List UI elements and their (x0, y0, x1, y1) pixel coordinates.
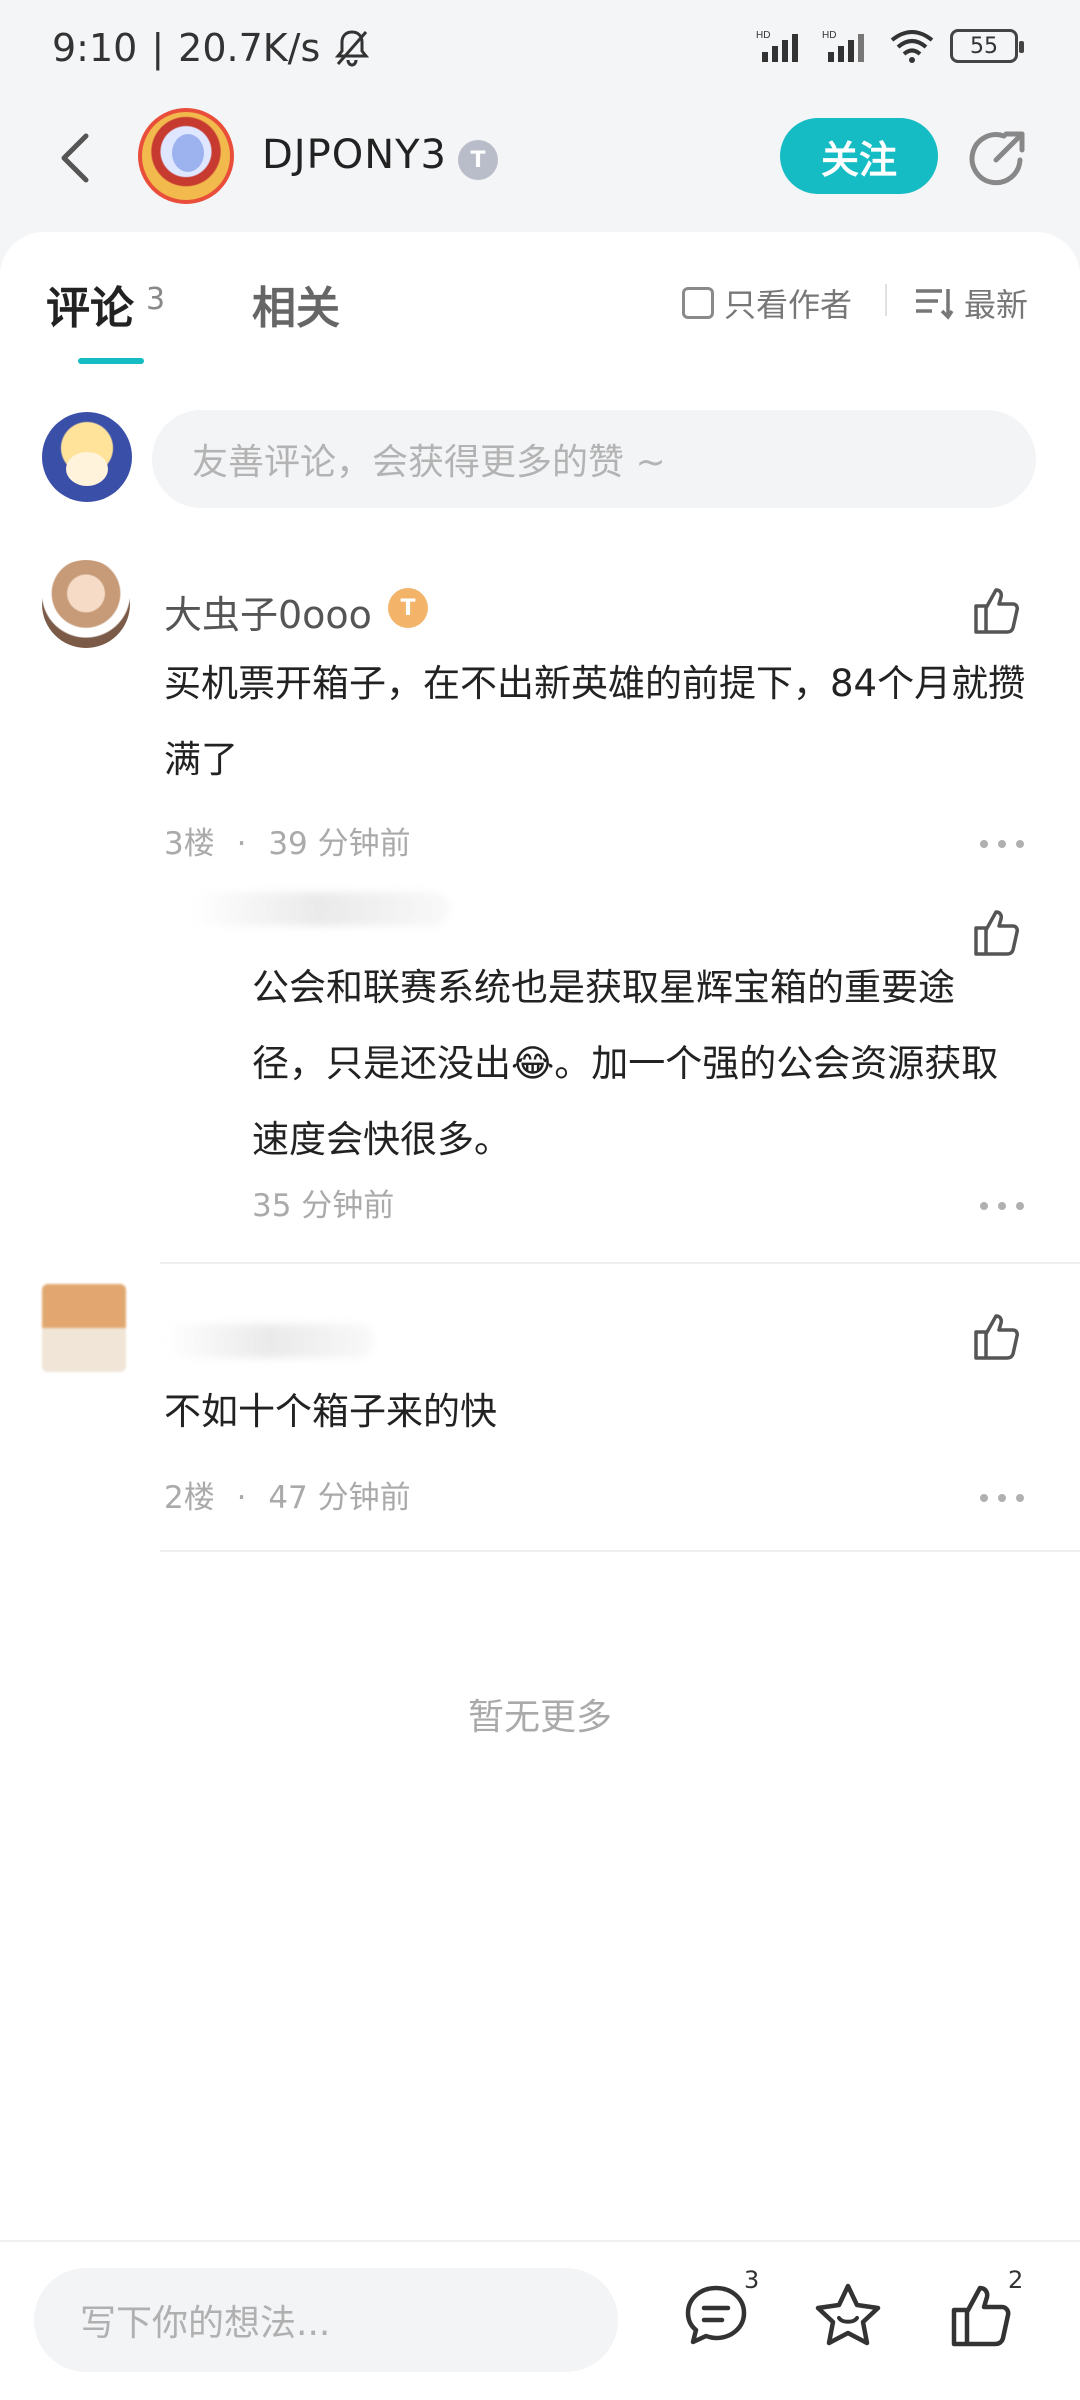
filter-divider (885, 284, 887, 316)
battery-level: 55 (970, 33, 998, 59)
status-time: 9:10 (52, 26, 138, 70)
commenter-avatar-redacted[interactable] (42, 1284, 126, 1372)
tab-related[interactable]: 相关 (252, 272, 340, 336)
reply-text: 公会和联赛系统也是获取星辉宝箱的重要途径，只是还没出😂。加一个强的公会资源获取速… (252, 966, 999, 1161)
comment-icon[interactable] (680, 2280, 752, 2352)
bottom-comment-input[interactable]: 写下你的想法... (34, 2268, 618, 2372)
status-bar: 9:10 | 20.7K/s HD HD 55 (0, 0, 1080, 104)
tab-comments-count: 3 (146, 282, 166, 317)
comment-time: 47 分钟前 (268, 1480, 411, 1516)
comment-input[interactable]: 友善评论，会获得更多的赞 ~ (152, 410, 1036, 508)
battery-icon: 55 (950, 29, 1024, 63)
back-arrow-icon (61, 133, 89, 183)
like-count: 2 (1008, 2266, 1024, 2294)
author-name[interactable]: DJPONY3 (262, 132, 447, 178)
status-network-speed: 20.7K/s (178, 26, 321, 70)
author-level-badge: T (458, 140, 498, 180)
comment-meta: 2楼 · 47 分钟前 (164, 1472, 411, 1517)
more-options-button[interactable] (980, 1486, 1024, 1510)
post-header: DJPONY3 T 关注 (0, 104, 1080, 212)
svg-text:HD: HD (756, 30, 770, 41)
notification-off-icon (335, 30, 370, 67)
signal-icon-2: HD (822, 30, 864, 62)
comment-time: 39 分钟前 (268, 826, 411, 862)
more-dots-icon (980, 840, 988, 848)
star-icon[interactable] (812, 2280, 884, 2352)
comments-panel: 评论 3 相关 只看作者 最新 友善评论，会获得更多的赞 ~ 大虫子0ooo T… (0, 232, 1080, 2400)
svg-text:HD: HD (822, 30, 836, 41)
back-button[interactable] (46, 126, 106, 190)
no-more-label: 暂无更多 (467, 1697, 612, 1738)
comment-text: 不如十个箱子来的快 (164, 1390, 497, 1433)
meta-separator: · (236, 826, 247, 862)
reply-author-redacted (190, 892, 450, 926)
comment-floor: 3楼 (164, 826, 215, 862)
tab-comments[interactable]: 评论 (46, 272, 134, 336)
thumbs-up-icon[interactable] (970, 1308, 1026, 1364)
follow-button[interactable]: 关注 (780, 118, 938, 194)
thumbs-up-icon[interactable] (970, 582, 1026, 638)
status-divider: | (151, 26, 165, 70)
author-only-label: 只看作者 (724, 286, 853, 324)
checkbox-icon (682, 287, 714, 319)
post-comments-page: 9:10 | 20.7K/s HD HD 55 DJPONY3 T 关注 评论 … (0, 0, 1080, 2400)
tab-active-indicator (78, 358, 144, 364)
comment-separator (160, 1550, 1080, 1552)
bottom-action-bar: 写下你的想法... 3 2 (0, 2240, 1080, 2400)
commenter-name-redacted (164, 1324, 374, 1358)
sort-label: 最新 (964, 286, 1029, 324)
commenter-avatar[interactable] (42, 560, 130, 648)
comment-text: 买机票开箱子，在不出新英雄的前提下，84个月就攒满了 (164, 662, 1026, 781)
sort-icon (916, 289, 954, 320)
tab-bar: 评论 3 相关 只看作者 最新 (0, 232, 1080, 372)
commenter-level-badge: T (388, 588, 428, 628)
more-options-button[interactable] (980, 832, 1024, 856)
signal-icon: HD (756, 30, 798, 62)
comment-floor: 2楼 (164, 1480, 215, 1516)
comment-count: 3 (744, 2266, 760, 2294)
author-avatar[interactable] (138, 108, 234, 204)
my-avatar (42, 412, 132, 502)
author-only-toggle[interactable]: 只看作者 (682, 280, 852, 326)
meta-separator: · (236, 1480, 247, 1516)
commenter-name[interactable]: 大虫子0ooo (164, 584, 372, 639)
comment-separator (160, 1262, 1080, 1264)
sort-toggle[interactable]: 最新 (914, 280, 1028, 326)
wifi-icon (890, 30, 934, 63)
share-button[interactable] (966, 126, 1030, 190)
comment-meta: 3楼 · 39 分钟前 (164, 818, 411, 863)
share-icon (969, 131, 1025, 186)
reply-time: 35 分钟前 (252, 1188, 395, 1224)
reply-more-options-button[interactable] (980, 1194, 1024, 1218)
